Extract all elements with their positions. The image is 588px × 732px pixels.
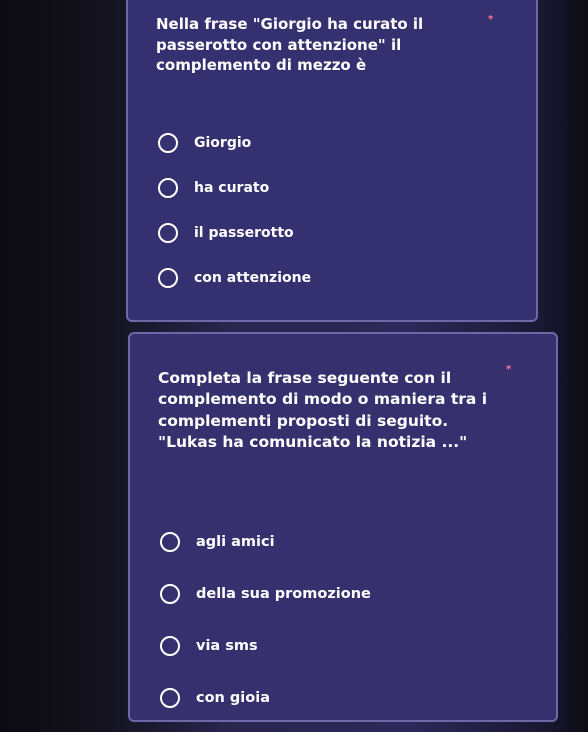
option-con-gioia[interactable]: con gioia xyxy=(160,672,371,724)
option-della-sua-promozione[interactable]: della sua promozione xyxy=(160,568,371,620)
answer-options: agli amici della sua promozione via sms … xyxy=(160,516,371,724)
option-label: della sua promozione xyxy=(196,586,371,602)
option-label: il passerotto xyxy=(194,224,294,241)
required-asterisk: * xyxy=(488,14,494,25)
option-agli-amici[interactable]: agli amici xyxy=(160,516,371,568)
quiz-page: Nella frase "Giorgio ha curato il passer… xyxy=(0,0,588,732)
radio-button[interactable] xyxy=(158,132,178,153)
question-text: Nella frase "Giorgio ha curato il passer… xyxy=(156,15,424,75)
option-via-sms[interactable]: via sms xyxy=(160,620,371,672)
option-il-passerotto[interactable]: il passerotto xyxy=(158,210,311,255)
option-con-attenzione[interactable]: con attenzione xyxy=(158,255,311,300)
option-label: via sms xyxy=(196,638,258,654)
question-card-1: Nella frase "Giorgio ha curato il passer… xyxy=(126,0,538,322)
radio-button[interactable] xyxy=(160,584,180,604)
option-giorgio[interactable]: Giorgio xyxy=(158,120,311,165)
radio-button[interactable] xyxy=(160,532,180,552)
radio-button[interactable] xyxy=(158,177,178,198)
option-label: con attenzione xyxy=(194,269,312,286)
radio-button[interactable] xyxy=(160,636,180,656)
radio-button[interactable] xyxy=(158,267,178,288)
option-label: agli amici xyxy=(196,534,275,550)
option-label: con gioia xyxy=(196,690,270,706)
question-card-2: Completa la frase seguente con il comple… xyxy=(128,332,558,722)
question-text: Completa la frase seguente con il comple… xyxy=(158,369,488,452)
option-label: Giorgio xyxy=(194,134,252,151)
required-asterisk: * xyxy=(506,364,512,375)
option-label: ha curato xyxy=(194,179,270,196)
radio-button[interactable] xyxy=(160,688,180,708)
radio-button[interactable] xyxy=(158,222,178,243)
answer-options: Giorgio ha curato il passerotto con atte… xyxy=(158,120,311,300)
option-ha-curato[interactable]: ha curato xyxy=(158,165,311,210)
